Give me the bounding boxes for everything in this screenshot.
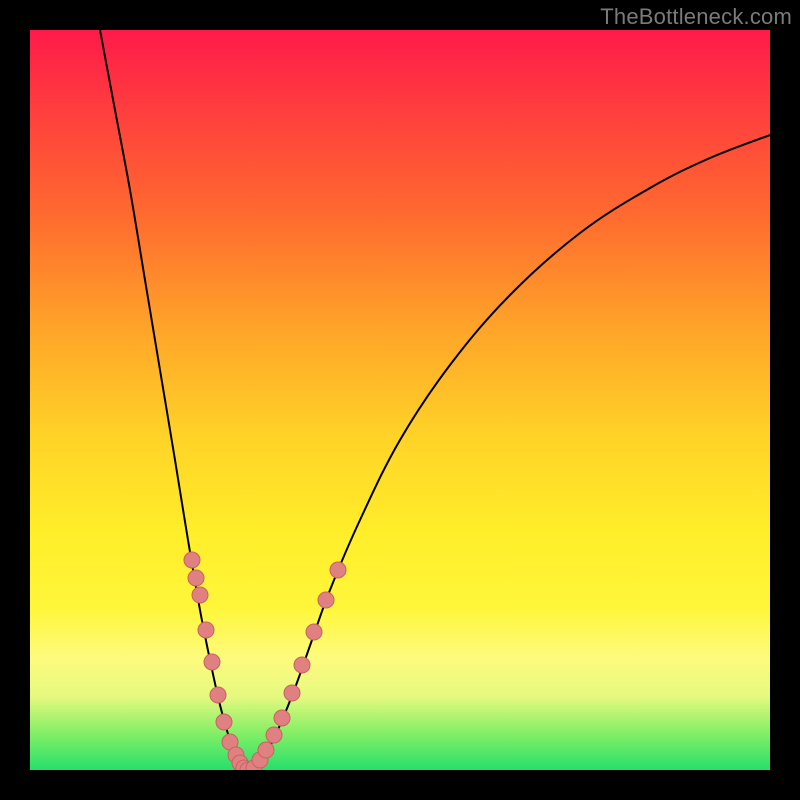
scatter-dot — [192, 587, 208, 603]
scatter-dot — [198, 622, 214, 638]
scatter-dot — [184, 552, 200, 568]
scatter-dot — [258, 742, 274, 758]
chart-svg — [30, 30, 770, 770]
scatter-dot — [306, 624, 322, 640]
curve-left — [100, 30, 248, 770]
scatter-dot — [210, 687, 226, 703]
scatter-dot — [284, 685, 300, 701]
scatter-dot — [294, 657, 310, 673]
scatter-dot — [318, 592, 334, 608]
scatter-dot — [266, 727, 282, 743]
watermark-text: TheBottleneck.com — [600, 4, 792, 30]
scatter-dot — [330, 562, 346, 578]
scatter-dot — [216, 714, 232, 730]
scatter-dot — [274, 710, 290, 726]
scatter-dot — [204, 654, 220, 670]
scatter-dots — [184, 552, 346, 770]
curve-right — [252, 135, 770, 770]
scatter-dot — [188, 570, 204, 586]
chart-frame — [30, 30, 770, 770]
